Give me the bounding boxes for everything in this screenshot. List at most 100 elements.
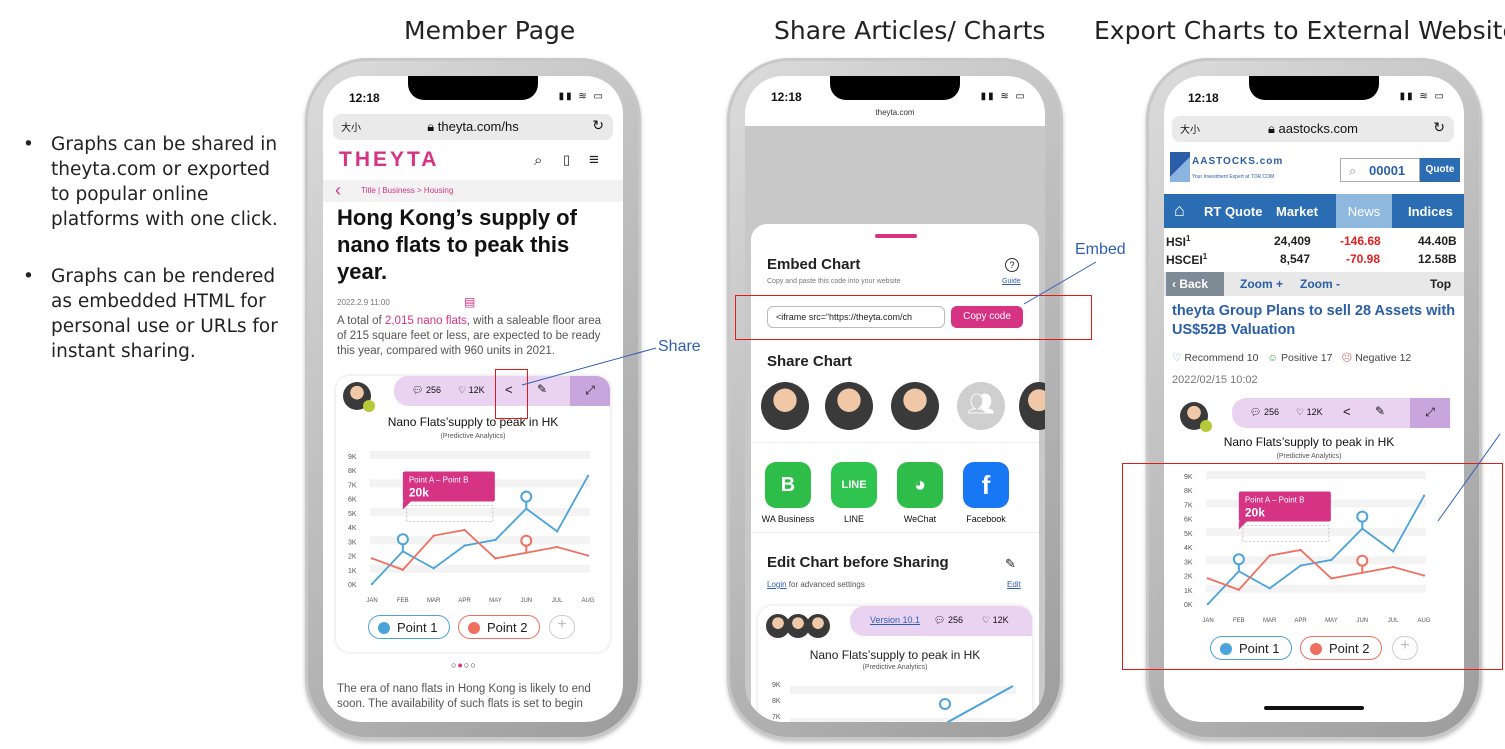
chart-like-button[interactable]: ♡ 12K — [1296, 407, 1323, 418]
data-point — [555, 530, 559, 533]
data-point — [401, 568, 405, 571]
carousel-dots[interactable]: ○●○○ — [451, 660, 477, 670]
nav-indices[interactable]: Indices — [1408, 204, 1453, 219]
reload-icon[interactable]: ↻ — [1433, 119, 1445, 136]
like-count: 12K — [992, 615, 1009, 625]
preview-toolbar: Version 10.1 💬︎ 256 ♡ 12K — [850, 606, 1032, 636]
address-bar[interactable]: 大小 🔒︎ aastocks.com ↻ — [1172, 116, 1454, 142]
share-callout-line — [521, 347, 657, 386]
fullscreen-icon[interactable]: ⤢ — [1410, 398, 1450, 428]
help-icon[interactable]: ? — [1005, 258, 1019, 272]
search-icon[interactable]: ⌕ — [534, 152, 542, 169]
index-hscei-name[interactable]: HSCEI1 — [1166, 252, 1207, 267]
line-icon[interactable]: LINE — [831, 462, 877, 508]
aastocks-logo[interactable]: AASTOCKS.com — [1192, 156, 1283, 167]
stock-code-value: 00001 — [1369, 163, 1406, 178]
reaction-bar: ♡ Recommend 10 ☺ Positive 17 ☹ Negative … — [1172, 352, 1411, 364]
wa-business-icon[interactable]: B — [765, 462, 811, 508]
contact-avatar-5[interactable] — [1019, 382, 1045, 430]
version-link[interactable]: Version 10.1 — [870, 615, 920, 625]
embed-callout-line — [1023, 261, 1097, 305]
edit-pen-icon[interactable]: ✎ — [1375, 404, 1385, 418]
reload-icon[interactable]: ↻ — [592, 117, 604, 134]
legend-dot — [468, 622, 480, 634]
bookmark-icon[interactable]: ▯ — [563, 152, 570, 168]
legend-point-1[interactable]: Point 1 — [368, 615, 451, 639]
like-count: 12K — [1306, 407, 1323, 417]
group-avatar-icon[interactable]: 👥︎ — [957, 382, 1005, 430]
back-button[interactable]: ‹ Back — [1166, 272, 1224, 296]
preview-comment-button[interactable]: 💬︎ 256 — [934, 615, 963, 626]
map-pin-icon — [520, 490, 533, 503]
export-callout-line — [1437, 433, 1501, 522]
breadcrumb[interactable]: Title | Business > Housing — [361, 186, 453, 195]
status-icons: ▮▮ ≋ ▭ — [558, 91, 605, 102]
x-tick-label: JUL — [552, 598, 563, 604]
aastocks-logo-mark — [1170, 152, 1190, 182]
y-tick-label: 8K — [348, 468, 357, 475]
zoom-in-button[interactable]: Zoom + — [1240, 277, 1283, 291]
badge-icon — [1200, 420, 1212, 432]
x-tick-label: AUG — [581, 598, 594, 604]
quote-button[interactable]: Quote — [1420, 158, 1460, 182]
back-chevron-icon[interactable]: ‹ — [335, 180, 341, 201]
comment-icon[interactable]: ▤ — [464, 295, 475, 309]
edit-link[interactable]: Edit — [1007, 580, 1021, 589]
body-highlight-link[interactable]: 2,015 nano flats — [385, 315, 467, 327]
add-series-button[interactable]: + — [549, 615, 575, 639]
nav-rt-quote[interactable]: RT Quote — [1204, 204, 1263, 219]
data-point — [401, 550, 405, 553]
login-link[interactable]: Login — [767, 580, 787, 589]
article-date: 2022.2.9 11:00 — [337, 298, 390, 307]
top-button[interactable]: Top — [1430, 277, 1451, 291]
y-tick-label: 4K — [348, 525, 357, 532]
edit-chart-title: Edit Chart before Sharing — [767, 554, 949, 571]
thumbs-down-icon: ☹ — [1341, 352, 1353, 364]
contact-avatar-2[interactable] — [825, 382, 873, 430]
contact-avatar-3[interactable] — [891, 382, 939, 430]
preview-like-button[interactable]: ♡ 12K — [982, 615, 1009, 626]
index-hsi-name[interactable]: HSI1 — [1166, 234, 1190, 249]
zoom-out-button[interactable]: Zoom - — [1300, 277, 1340, 291]
menu-icon[interactable]: ≡ — [589, 150, 599, 170]
title-member-page: Member Page — [404, 16, 576, 45]
x-tick-label: APR — [458, 598, 471, 604]
guide-link[interactable]: Guide — [1002, 278, 1021, 285]
chart-like-button[interactable]: ♡ 12K — [458, 385, 485, 396]
data-point — [432, 567, 435, 570]
article-footer-text: The era of nano flats in Hong Kong is li… — [337, 683, 591, 710]
nav-market[interactable]: Market — [1276, 204, 1318, 219]
body-text: A total of — [337, 315, 385, 327]
sheet-handle[interactable] — [875, 234, 917, 238]
stock-code-input[interactable]: ⌕ 00001 — [1340, 158, 1420, 182]
y-tick-label: 6K — [348, 497, 357, 504]
negative-label: Negative 12 — [1355, 352, 1412, 364]
address-bar[interactable]: 大小 🔒︎ theyta.com/hs ↻ — [333, 114, 613, 140]
share-chart-title: Share Chart — [767, 353, 853, 370]
home-icon[interactable]: ⌂ — [1174, 200, 1185, 221]
share-icon[interactable]: < — [1343, 404, 1351, 419]
chart-title: Nano Flats’supply to peak in HK — [388, 415, 559, 429]
edit-pen-icon[interactable]: ✎ — [1005, 556, 1016, 572]
wechat-icon[interactable]: ◕ — [897, 462, 943, 508]
facebook-icon[interactable]: f — [963, 462, 1009, 508]
x-tick-label: MAY — [489, 598, 502, 604]
recommend-button[interactable]: ♡ Recommend 10 — [1172, 352, 1258, 364]
contact-avatar-1[interactable] — [761, 382, 809, 430]
nav-news[interactable]: News — [1336, 194, 1392, 228]
data-point — [525, 551, 528, 554]
chart-subtitle: (Predictive Analytics) — [1277, 453, 1342, 460]
chart-comment-button[interactable]: 💬︎ 256 — [412, 385, 441, 396]
index-hscei-volume: 12.58B — [1418, 252, 1457, 266]
phone-member-screen: 12:18 ▮▮ ≋ ▭ 大小 🔒︎ theyta.com/hs ↻ THEYT… — [323, 76, 623, 722]
negative-button[interactable]: ☹ Negative 12 — [1341, 352, 1411, 364]
chart-comment-button[interactable]: 💬︎ 256 — [1250, 407, 1279, 418]
status-icons: ▮▮ ≋ ▭ — [980, 91, 1027, 102]
legend-point-2[interactable]: Point 2 — [458, 615, 541, 639]
data-point — [463, 544, 466, 547]
y-tick-label: 1K — [348, 568, 357, 575]
positive-button[interactable]: ☺ Positive 17 — [1267, 352, 1332, 364]
theyta-logo[interactable]: THEYTA — [339, 148, 439, 172]
notch — [830, 76, 960, 100]
aastocks-tagline: Your Investment Expert at TOR.COM — [1192, 174, 1275, 180]
